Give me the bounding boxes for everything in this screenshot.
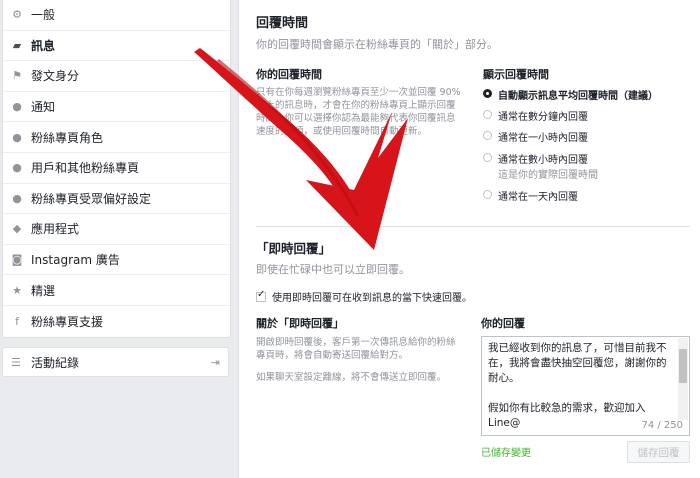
response-option-2[interactable]: 通常在一小時內回覆: [483, 129, 588, 144]
messages-settings-panel: 回覆時間 你的回覆時間會顯示在粉絲專頁的「關於」部分。 你的回覆時間 只有在你每…: [238, 0, 700, 478]
response-option-label: 自動顯示訊息平均回覆時間（建議）: [498, 91, 658, 102]
flag-icon: ⚑: [12, 69, 22, 83]
your-response-time-text: 只有在你每週瀏覽粉絲專頁至少一次並回覆 90% 以上的訊息時，才會在你的粉絲專頁…: [256, 87, 461, 137]
display-response-time-title: 顯示回覆時間: [483, 68, 549, 81]
instant-reply-desc: 即使在忙碌中也可以立即回覆。: [256, 263, 410, 276]
sidebar-item-label: 訊息: [31, 38, 56, 53]
person-plus-icon: ●: [12, 161, 22, 175]
people-icon: ●: [12, 191, 22, 205]
sidebar-item-4[interactable]: ● 粉絲專頁角色: [3, 122, 230, 153]
settings-sidebar: ⚙ 一般 ▰ 訊息 ⚑ 發文身分 ● 通知 ● 粉絲專頁角色 ● 用戶和其他粉絲專頁 ● 粉絲專頁受眾偏好…: [0, 0, 238, 478]
instant-reply-checkbox-label: 使用即時回覆可在收到訊息的當下快速回覆。: [272, 293, 472, 304]
radio-button[interactable]: [483, 153, 492, 162]
reply-textarea[interactable]: 我已經收到你的訊息了，可惜目前我不在，我將會盡快抽空回覆您，謝謝你的耐心。 假如…: [481, 336, 690, 436]
radio-button[interactable]: [483, 131, 492, 140]
response-option-label: 通常在數小時內回覆: [498, 155, 588, 166]
sidebar-item-2[interactable]: ⚑ 發文身分: [3, 61, 230, 92]
response-option-label: 通常在一小時內回覆: [498, 133, 588, 144]
gear-icon: ⚙: [12, 8, 22, 22]
response-option-label-wrap: 通常在數分鐘內回覆: [498, 108, 588, 123]
exit-icon: ⇥: [210, 356, 220, 369]
sidebar-item-8[interactable]: ◙ Instagram 廣告: [3, 245, 230, 276]
sidebar-item-label: 精選: [31, 283, 56, 298]
response-time-desc: 你的回覆時間會顯示在粉絲專頁的「關於」部分。: [256, 38, 498, 51]
response-option-label-wrap: 通常在數小時內回覆 這是你的實際回覆時間: [498, 151, 598, 181]
sidebar-item-3[interactable]: ● 通知: [3, 92, 230, 123]
about-instant-reply-text: 開啟即時回覆後，客戶第一次傳訊息給你的粉絲專頁時，將會自動寄送回覆給對方。: [256, 337, 456, 361]
sidebar-item-0[interactable]: ⚙ 一般: [3, 0, 230, 31]
section-divider: [256, 226, 690, 227]
response-time-title: 回覆時間: [256, 16, 309, 31]
activity-log-label: 活動紀錄: [31, 355, 80, 370]
radio-button[interactable]: [483, 89, 492, 98]
settings-nav: ⚙ 一般 ▰ 訊息 ⚑ 發文身分 ● 通知 ● 粉絲專頁角色 ● 用戶和其他粉絲專頁 ● 粉絲專頁受眾偏好…: [2, 0, 231, 338]
sidebar-item-label: 粉絲專頁支援: [31, 314, 104, 329]
response-option-label-wrap: 通常在一小時內回覆: [498, 129, 588, 144]
radio-button[interactable]: [483, 110, 492, 119]
person-icon: ●: [12, 130, 22, 144]
sidebar-item-label: 一般: [31, 8, 56, 23]
offline-note-text: 如果聊天室設定離線，將不會傳送立即回覆。: [256, 372, 447, 383]
reply-text[interactable]: 我已經收到你的訊息了，可惜目前我不在，我將會盡快抽空回覆您，謝謝你的耐心。 假如…: [488, 341, 672, 431]
response-option-0[interactable]: 自動顯示訊息平均回覆時間（建議）: [483, 87, 658, 102]
reply-scrollbar-thumb[interactable]: [679, 349, 687, 383]
your-reply-title: 你的回覆: [481, 317, 525, 330]
instant-reply-toggle[interactable]: 使用即時回覆可在收到訊息的當下快速回覆。: [256, 289, 472, 304]
sidebar-item-label: 發文身分: [31, 69, 80, 84]
sidebar-item-7[interactable]: ◆ 應用程式: [3, 214, 230, 245]
message-icon: ▰: [12, 38, 22, 52]
star-icon: ★: [12, 283, 22, 297]
sidebar-item-9[interactable]: ★ 精選: [3, 275, 230, 306]
sidebar-item-1[interactable]: ▰ 訊息: [3, 31, 230, 62]
response-option-1[interactable]: 通常在數分鐘內回覆: [483, 108, 588, 123]
instagram-icon: ◙: [11, 253, 23, 267]
sidebar-item-label: 粉絲專頁角色: [31, 130, 104, 145]
instant-reply-checkbox[interactable]: [256, 289, 266, 302]
about-instant-reply-title: 關於「即時回覆」: [256, 317, 344, 330]
sidebar-item-5[interactable]: ● 用戶和其他粉絲專頁: [3, 153, 230, 184]
facebook-icon: f: [15, 314, 19, 328]
globe-icon: ●: [12, 100, 22, 114]
response-option-sublabel: 這是你的實際回覆時間: [498, 170, 598, 181]
response-option-4[interactable]: 通常在一天內回覆: [483, 188, 578, 203]
sidebar-item-label: Instagram 廣告: [31, 253, 120, 268]
sidebar-item-label: 應用程式: [31, 222, 80, 237]
activity-log-item[interactable]: ☰ 活動紀錄 ⇥: [2, 347, 229, 377]
sidebar-item-label: 粉絲專頁受眾偏好設定: [31, 191, 152, 206]
sidebar-item-label: 用戶和其他粉絲專頁: [31, 161, 140, 176]
reply-char-counter: 74 / 250: [641, 420, 683, 431]
save-reply-button[interactable]: 儲存回覆: [627, 441, 690, 463]
radio-button[interactable]: [483, 190, 492, 199]
saved-status: 已儲存變更: [481, 448, 531, 459]
response-option-label: 通常在一天內回覆: [498, 192, 578, 203]
response-option-label-wrap: 通常在一天內回覆: [498, 188, 578, 203]
sidebar-item-label: 通知: [31, 100, 56, 115]
instant-reply-title: 「即時回覆」: [256, 241, 332, 256]
sidebar-item-6[interactable]: ● 粉絲專頁受眾偏好設定: [3, 184, 230, 215]
response-option-3[interactable]: 通常在數小時內回覆 這是你的實際回覆時間: [483, 151, 598, 181]
response-option-label-wrap: 自動顯示訊息平均回覆時間（建議）: [498, 87, 658, 102]
sidebar-item-10[interactable]: f 粉絲專頁支援: [3, 306, 230, 337]
cube-icon: ◆: [12, 222, 22, 236]
your-response-time-title: 你的回覆時間: [256, 68, 322, 81]
response-option-label: 通常在數分鐘內回覆: [498, 112, 588, 123]
list-icon: ☰: [11, 355, 21, 369]
